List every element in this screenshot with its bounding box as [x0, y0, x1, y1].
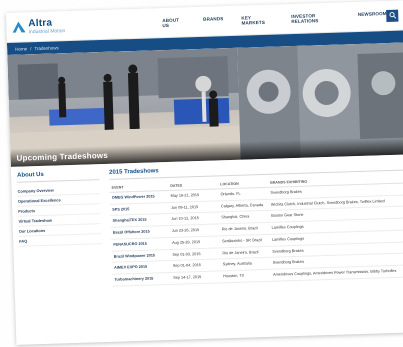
search-icon [389, 12, 396, 19]
nav-key-markets[interactable]: KEY MARKETS [241, 14, 273, 25]
hero-banner: Upcoming Tradeshows [7, 42, 403, 167]
nav-investor-relations[interactable]: INVESTOR RELATIONS [291, 12, 340, 24]
location-cell: Houston, TX [220, 269, 272, 283]
breadcrumb-separator: / [30, 45, 32, 51]
nav-about-us[interactable]: ABOUT US [162, 17, 185, 28]
sidebar-title: About Us [17, 170, 100, 183]
brand-tagline: Industrial Motion [28, 27, 66, 35]
breadcrumb-home[interactable]: Home [15, 46, 27, 51]
altra-logo[interactable]: Altra Industrial Motion [12, 16, 118, 35]
main-nav: ABOUT US BRANDS KEY MARKETS INVESTOR REL… [162, 11, 387, 28]
hero-title: Upcoming Tradeshows [16, 150, 109, 163]
web-page: Altra Industrial Motion ABOUT US BRANDS … [6, 0, 403, 345]
nav-brands[interactable]: BRANDS [203, 16, 224, 27]
sidebar-item-faq[interactable]: FAQ [19, 234, 102, 247]
breadcrumb-current: Tradeshows [34, 44, 59, 51]
search-button[interactable] [386, 9, 399, 22]
tradeshow-table: EVENT DATES LOCATION BRANDS EXHIBITING O… [109, 174, 403, 287]
nav-newsroom[interactable]: NEWSROOM [358, 11, 387, 22]
logo-triangle-icon [12, 21, 26, 33]
event-cell: Turbomachinery 2015 [112, 272, 172, 287]
content-area: About Us Company Overview Operational Ex… [11, 154, 403, 289]
screenshot-stage: Altra Industrial Motion ABOUT US BRANDS … [0, 0, 403, 347]
dates-cell: Sep 14-17, 2015 [171, 271, 222, 285]
sidebar: About Us Company Overview Operational Ex… [17, 170, 103, 289]
main-section: 2015 Tradeshows EVENT DATES LOCATION BRA… [108, 160, 403, 287]
brand-name: Altra [28, 17, 53, 29]
